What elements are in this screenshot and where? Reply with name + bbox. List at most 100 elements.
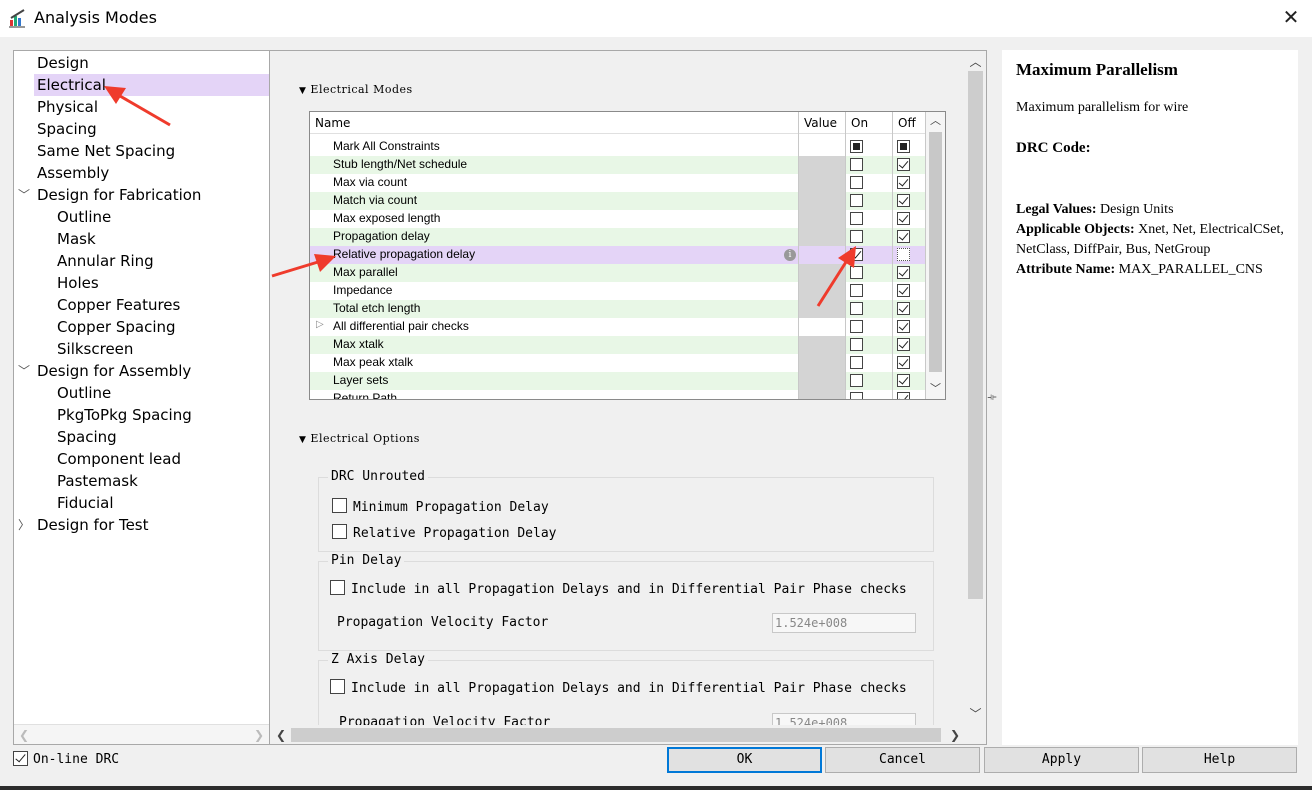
column-value[interactable]: Value [804,116,837,130]
on-checkbox[interactable] [850,320,863,333]
panel-splitter-icon[interactable]: ⟛ [987,392,997,404]
off-checkbox[interactable] [897,284,910,297]
off-checkbox[interactable] [897,374,910,387]
tree-item-fiducial[interactable]: Fiducial [54,492,269,514]
tree-item-assembly[interactable]: Assembly [34,162,269,184]
chevron-right-icon[interactable]: 〉 [17,514,31,536]
off-checkbox[interactable] [897,140,910,153]
value-cell[interactable] [799,210,845,228]
panel-scroll-thumb[interactable] [968,71,983,599]
value-cell[interactable] [799,354,845,372]
off-checkbox[interactable] [897,212,910,225]
table-row[interactable]: ▷ All differential pair checks [310,318,927,336]
value-cell[interactable] [799,174,845,192]
table-row[interactable]: Relative propagation delay i [310,246,927,264]
off-checkbox[interactable] [897,266,910,279]
info-icon[interactable]: i [784,249,796,261]
table-row[interactable]: Layer sets [310,372,927,390]
off-checkbox[interactable] [897,194,910,207]
off-checkbox[interactable] [897,248,910,261]
on-checkbox[interactable] [850,158,863,171]
off-checkbox[interactable] [897,176,910,189]
panel-vertical-scrollbar[interactable]: ︿ ﹀ [965,51,986,725]
on-checkbox[interactable] [850,374,863,387]
tree-item-electrical[interactable]: Electrical [34,74,269,96]
table-row[interactable]: Max peak xtalk [310,354,927,372]
value-cell[interactable] [799,390,845,399]
on-checkbox[interactable] [850,176,863,189]
grid-scroll-thumb[interactable] [929,132,942,372]
scroll-right-icon[interactable]: ❯ [251,725,267,744]
off-checkbox[interactable] [897,320,910,333]
tree-item-design-for-assembly[interactable]: Design for Assembly [34,360,269,382]
on-checkbox[interactable] [850,302,863,315]
tree-item-design[interactable]: Design [34,52,269,74]
on-checkbox[interactable] [850,248,863,261]
on-checkbox[interactable] [850,230,863,243]
value-cell[interactable] [799,246,845,264]
panel-hscroll-thumb[interactable] [291,728,941,742]
table-row[interactable]: Return Path [310,390,927,399]
off-checkbox[interactable] [897,158,910,171]
table-row[interactable]: Max parallel [310,264,927,282]
tree-item-spacing[interactable]: Spacing [34,118,269,140]
tree-item-holes[interactable]: Holes [54,272,269,294]
on-checkbox[interactable] [850,284,863,297]
column-off[interactable]: Off [898,116,916,130]
table-row[interactable]: Propagation delay [310,228,927,246]
electrical-options-header[interactable]: ▼ Electrical Options [299,432,420,445]
electrical-modes-header[interactable]: ▼ Electrical Modes [299,83,413,96]
tree-item-spacing[interactable]: Spacing [54,426,269,448]
pin-delay-pvf-field[interactable]: 1.524e+008 [772,613,916,633]
on-checkbox[interactable] [850,212,863,225]
tree-item-same-net-spacing[interactable]: Same Net Spacing [34,140,269,162]
online-drc-checkbox[interactable]: On-line DRC [13,751,119,767]
on-checkbox[interactable] [850,338,863,351]
close-icon[interactable]: ✕ [1280,6,1302,28]
table-row[interactable]: Mark All Constraints [310,138,927,156]
grid-vertical-scrollbar[interactable]: ︿ ﹀ [926,112,945,399]
value-cell[interactable] [799,192,845,210]
ok-button[interactable]: OK [667,747,822,773]
scroll-left-icon[interactable]: ❮ [16,725,32,744]
tree-item-annular-ring[interactable]: Annular Ring [54,250,269,272]
table-row[interactable]: Total etch length [310,300,927,318]
on-checkbox[interactable] [850,392,863,399]
tree-item-pkgtopkg-spacing[interactable]: PkgToPkg Spacing [54,404,269,426]
min-prop-delay-checkbox[interactable]: Minimum Propagation Delay [332,498,549,515]
table-row[interactable]: Impedance [310,282,927,300]
category-tree[interactable]: Design Electrical Physical Spacing Same Net … [13,50,270,745]
value-cell[interactable] [799,372,845,390]
value-cell[interactable] [799,156,845,174]
chevron-down-icon[interactable]: ﹀ [17,360,31,382]
tree-item-physical[interactable]: Physical [34,96,269,118]
tree-item-component-lead[interactable]: Component lead [54,448,269,470]
value-cell[interactable] [799,138,845,156]
off-checkbox[interactable] [897,230,910,243]
table-row[interactable]: Max via count [310,174,927,192]
value-cell[interactable] [799,264,845,282]
value-cell[interactable] [799,228,845,246]
tree-item-mask[interactable]: Mask [54,228,269,250]
table-row[interactable]: Match via count [310,192,927,210]
tree-item-outline[interactable]: Outline [54,206,269,228]
off-checkbox[interactable] [897,302,910,315]
tree-item-outline[interactable]: Outline [54,382,269,404]
tree-item-silkscreen[interactable]: Silkscreen [54,338,269,360]
off-checkbox[interactable] [897,392,910,399]
scroll-down-icon[interactable]: ﹀ [965,705,986,723]
tree-horizontal-scrollbar[interactable]: ❮ ❯ [14,724,269,744]
column-name[interactable]: Name [315,116,350,130]
value-cell[interactable] [799,282,845,300]
tree-item-design-for-fabrication[interactable]: Design for Fabrication [34,184,269,206]
table-row[interactable]: Max exposed length [310,210,927,228]
on-checkbox[interactable] [850,194,863,207]
table-row[interactable]: Stub length/Net schedule [310,156,927,174]
scroll-up-icon[interactable]: ︿ [926,112,945,130]
tree-item-copper-features[interactable]: Copper Features [54,294,269,316]
scroll-up-icon[interactable]: ︿ [965,53,986,71]
apply-button[interactable]: Apply [984,747,1139,773]
chevron-down-icon[interactable]: ﹀ [17,184,31,206]
panel-horizontal-scrollbar[interactable]: ❮ ❯ [270,725,986,744]
rel-prop-delay-checkbox[interactable]: Relative Propagation Delay [332,524,557,541]
